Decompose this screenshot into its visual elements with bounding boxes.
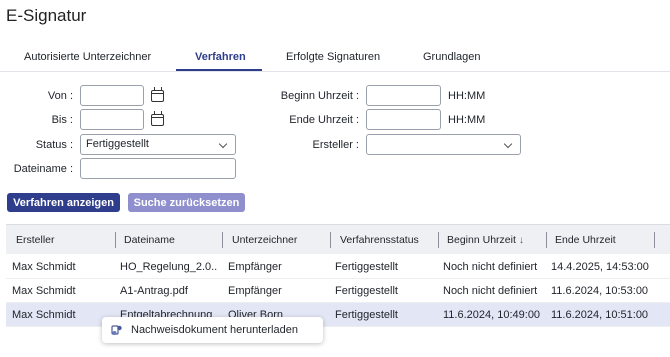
row-context-menu: Nachweisdokument herunterladen: [102, 317, 323, 343]
column-resize-handle[interactable]: [115, 232, 116, 248]
cell-ersteller: Max Schmidt: [12, 309, 76, 321]
column-header-unterzeichner[interactable]: Unterzeichner: [232, 234, 297, 246]
column-resize-handle[interactable]: [654, 232, 655, 248]
active-tab-indicator: [176, 69, 262, 71]
column-resize-handle[interactable]: [438, 232, 439, 248]
bis-date-input[interactable]: [80, 109, 144, 130]
cell-beginn-uhrzeit: Noch nicht definiert: [443, 261, 538, 273]
dateiname-label: Dateiname :: [13, 163, 73, 175]
tab-grundlagen[interactable]: Grundlagen: [423, 51, 481, 63]
table-row[interactable]: Max Schmidt A1-Antrag.pdf Empfänger Fert…: [6, 279, 670, 303]
column-resize-handle[interactable]: [222, 232, 223, 248]
tab-verfahren[interactable]: Verfahren: [195, 51, 246, 63]
ende-time-format: HH:MM: [448, 114, 486, 126]
cell-ende-uhrzeit: 11.6.2024, 10:51:00: [551, 309, 649, 321]
tab-erfolgte-signaturen[interactable]: Erfolgte Signaturen: [286, 51, 380, 63]
cell-verfahrensstatus: Fertiggestellt: [335, 261, 398, 273]
cell-ersteller: Max Schmidt: [12, 261, 76, 273]
cell-unterzeichner: Empfänger: [228, 261, 282, 273]
page-title: E-Signatur: [6, 6, 87, 25]
ende-uhrzeit-input[interactable]: [366, 109, 441, 130]
context-menu-item-nachweisdokument[interactable]: Nachweisdokument herunterladen: [102, 317, 323, 343]
ende-uhrzeit-label: Ende Uhrzeit :: [289, 114, 359, 126]
column-header-beginn-uhrzeit-label: Beginn Uhrzeit: [447, 234, 516, 246]
column-header-dateiname[interactable]: Dateiname: [124, 234, 175, 246]
status-select[interactable]: Fertiggestellt: [80, 134, 236, 155]
beginn-time-format: HH:MM: [448, 90, 486, 102]
cell-beginn-uhrzeit: 11.6.2024, 10:49:00: [443, 309, 541, 321]
cell-ende-uhrzeit: 14.4.2025, 14:53:00: [551, 261, 649, 273]
document-download-icon: [111, 325, 122, 335]
suche-zuruecksetzen-button[interactable]: Suche zurücksetzen: [128, 193, 245, 212]
verfahren-anzeigen-button[interactable]: Verfahren anzeigen: [7, 193, 120, 212]
bis-label: Bis :: [51, 114, 73, 126]
cell-beginn-uhrzeit: Noch nicht definiert: [443, 285, 538, 297]
column-resize-handle[interactable]: [546, 232, 547, 248]
ersteller-select[interactable]: [366, 134, 521, 155]
calendar-icon[interactable]: [151, 111, 164, 126]
ersteller-label: Ersteller :: [312, 139, 359, 151]
context-menu-item-label: Nachweisdokument herunterladen: [131, 324, 298, 336]
cell-dateiname: HO_Regelung_2.0....: [120, 261, 218, 273]
column-header-verfahrensstatus[interactable]: Verfahrensstatus: [340, 234, 419, 246]
column-header-ende-uhrzeit[interactable]: Ende Uhrzeit: [555, 234, 616, 246]
table-header: Ersteller Dateiname Unterzeichner Verfah…: [6, 224, 670, 254]
column-header-beginn-uhrzeit[interactable]: Beginn Uhrzeit ↓: [447, 234, 524, 246]
column-header-ersteller[interactable]: Ersteller: [16, 234, 55, 246]
cell-verfahrensstatus: Fertiggestellt: [335, 285, 398, 297]
status-label: Status :: [35, 139, 73, 151]
cell-ende-uhrzeit: 11.6.2024, 10:53:00: [551, 285, 649, 297]
tab-bar: Autorisierte Unterzeichner Verfahren Erf…: [0, 50, 670, 72]
tab-autorisierte-unterzeichner[interactable]: Autorisierte Unterzeichner: [24, 51, 151, 63]
beginn-uhrzeit-input[interactable]: [366, 85, 441, 106]
cell-ersteller: Max Schmidt: [12, 285, 76, 297]
sort-arrow-down-icon[interactable]: ↓: [519, 235, 524, 246]
calendar-icon[interactable]: [151, 87, 164, 102]
cell-dateiname: A1-Antrag.pdf: [120, 285, 188, 297]
dateiname-input[interactable]: [80, 158, 236, 179]
beginn-uhrzeit-label: Beginn Uhrzeit :: [280, 90, 359, 102]
column-resize-handle[interactable]: [330, 232, 331, 248]
chevron-down-icon: [218, 139, 228, 149]
table-row[interactable]: Max Schmidt HO_Regelung_2.0.... Empfänge…: [6, 255, 670, 279]
cell-unterzeichner: Empfänger: [228, 285, 282, 297]
von-label: Von :: [47, 90, 73, 102]
chevron-down-icon: [503, 139, 513, 149]
von-date-input[interactable]: [80, 85, 144, 106]
cell-verfahrensstatus: Fertiggestellt: [335, 309, 398, 321]
status-selected-value: Fertiggestellt: [86, 138, 149, 150]
